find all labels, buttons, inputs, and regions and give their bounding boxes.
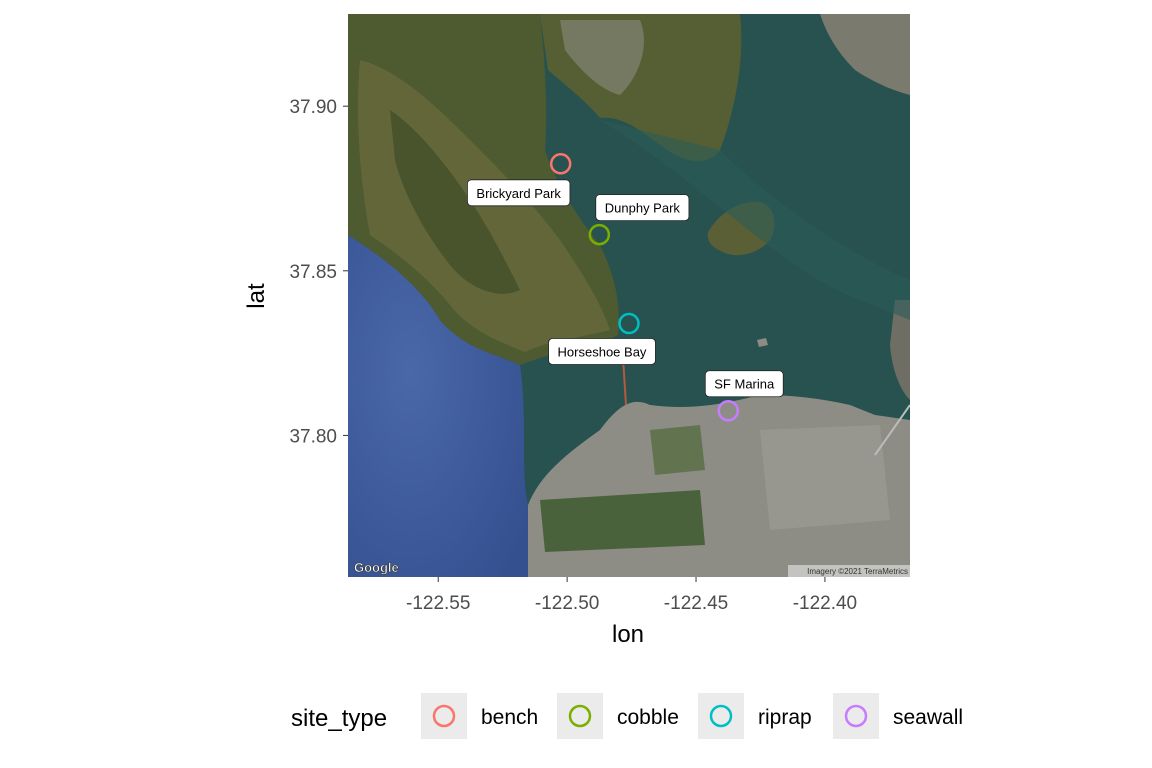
google-logo: Google [354, 560, 399, 575]
legend-item-bench: bench [421, 693, 538, 739]
legend-item-cobble: cobble [557, 693, 679, 739]
legend-item-riprap: riprap [698, 693, 812, 739]
x-tick-label: -122.45 [664, 593, 728, 614]
legend-label: bench [481, 706, 538, 729]
site-label-text: Horseshoe Bay [558, 344, 647, 359]
site-label: Horseshoe Bay [548, 338, 656, 365]
x-tick-label: -122.40 [793, 593, 857, 614]
y-tick-label: 37.90 [289, 97, 337, 118]
legend-label: cobble [617, 706, 679, 729]
y-axis-title: lat [243, 283, 270, 309]
legend-label: seawall [893, 706, 963, 729]
y-axis: 37.80 37.85 37.90 [289, 97, 348, 447]
legend-key-background [833, 693, 879, 739]
legend-key-background [421, 693, 467, 739]
x-axis-title: lon [612, 621, 644, 648]
legend-title: site_type [291, 705, 387, 732]
x-tick-label: -122.50 [535, 593, 599, 614]
site-label: SF Marina [704, 370, 784, 398]
site-label: Brickyard Park [467, 179, 571, 207]
legend-label: riprap [758, 706, 812, 729]
y-tick-label: 37.80 [289, 426, 337, 447]
satellite-basemap [348, 14, 910, 577]
legend: site_type bench cobble riprap seawall [291, 693, 963, 739]
map-chart: Google Imagery ©2021 TerraMetrics -122.5… [243, 14, 963, 739]
site-label-text: Dunphy Park [605, 201, 681, 216]
legend-item-seawall: seawall [833, 693, 963, 739]
site-label: Dunphy Park [595, 194, 690, 221]
legend-key-background [698, 693, 744, 739]
site-label-text: Brickyard Park [476, 186, 561, 201]
x-tick-label: -122.55 [406, 593, 470, 614]
x-axis: -122.55 -122.50 -122.45 -122.40 [406, 577, 857, 614]
legend-key-background [557, 693, 603, 739]
site-label-text: SF Marina [714, 377, 775, 392]
y-tick-label: 37.85 [289, 262, 337, 283]
imagery-credit: Imagery ©2021 TerraMetrics [807, 567, 908, 576]
